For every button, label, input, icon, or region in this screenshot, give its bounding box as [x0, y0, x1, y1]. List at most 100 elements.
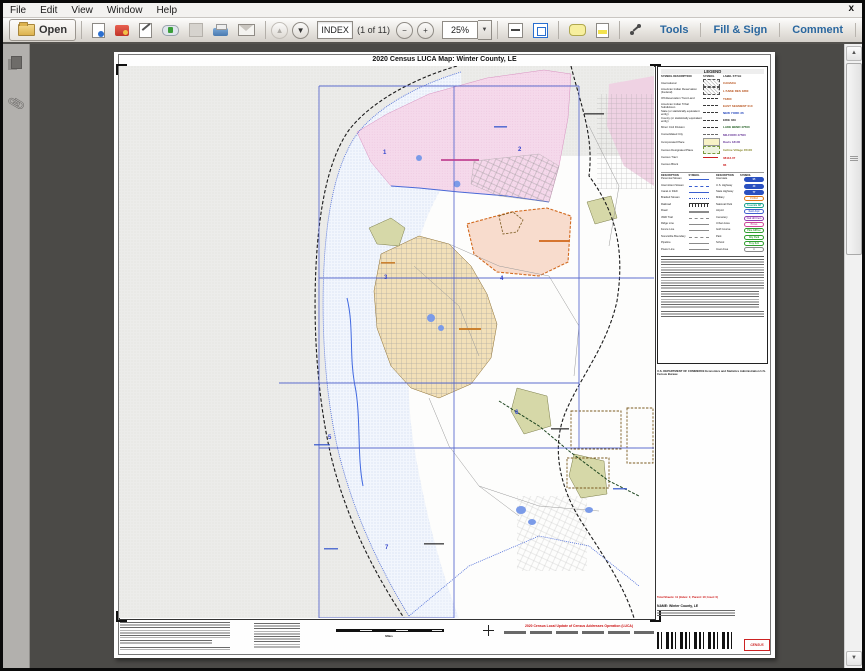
legend-row: Minor Civil Division LAKE BEND 47500 — [661, 124, 764, 131]
panel-link[interactable]: Fill & Sign — [701, 24, 779, 36]
legend-swatch — [703, 87, 720, 95]
menu-item[interactable]: Window — [100, 5, 150, 16]
menu-item[interactable]: Edit — [33, 5, 64, 16]
legend-swatch — [703, 98, 718, 99]
legend-pill-swatch: Provo — [744, 222, 764, 227]
page-up-button: ▲ — [271, 22, 288, 39]
app-window: FileEditViewWindowHelp x Open ▲ ▼ INDEX … — [0, 0, 865, 671]
zoom-out-button[interactable]: − — [396, 22, 413, 39]
legend-row: International CANADA — [661, 79, 764, 87]
share-icon — [630, 24, 642, 36]
highlight-button[interactable] — [592, 19, 613, 41]
legend-pill-swatch: Kent Arpt — [744, 209, 764, 214]
legend-features: DESCRIPTIONSYMBOL Perennial Stream Inter… — [661, 172, 764, 254]
legend-line-swatch — [689, 211, 709, 213]
zoom-in-button[interactable]: + — [417, 22, 434, 39]
vertical-scrollbar[interactable]: ▲ ▼ — [844, 44, 862, 668]
legend-swatch — [703, 112, 718, 113]
scroll-down-icon[interactable]: ▼ — [846, 651, 862, 666]
comment-button[interactable] — [565, 19, 590, 41]
email-icon — [238, 24, 255, 36]
chevron-down-icon: ▼ — [482, 27, 488, 33]
footer-abbreviation-list — [254, 623, 312, 648]
legend-pill-swatch: Pine GlfCse — [744, 228, 764, 233]
legend-pill-swatch: Oak Hill Cem — [744, 216, 764, 221]
save-button[interactable] — [88, 19, 109, 41]
share-button[interactable] — [626, 19, 646, 41]
legend-pill-swatch: 40 — [744, 184, 764, 189]
save-icon — [92, 23, 105, 38]
close-icon[interactable]: x — [848, 3, 854, 14]
open-button[interactable]: Open — [9, 19, 76, 41]
legend-pill-swatch: City Park — [744, 235, 764, 240]
scrollbar-thumb[interactable] — [846, 63, 862, 255]
fit-width-button[interactable] — [504, 19, 527, 41]
legend-row: American Indian Reservation (Federal) L'… — [661, 87, 764, 95]
footer-operation-title: 2020 Census Local Update of Census Addre… — [504, 624, 654, 634]
upload-cloud-icon — [162, 25, 179, 36]
legend-swatch — [703, 146, 720, 154]
panel-link[interactable]: Tools — [648, 24, 701, 36]
legend-line-swatch — [689, 198, 709, 199]
toolbar: Open ▲ ▼ INDEX (1 of 11) − + 25% ▼ — [3, 18, 862, 44]
legend-title: LEGEND — [661, 69, 764, 74]
legend-feature-row: Inset Area A — [716, 247, 764, 253]
legend-line-swatch — [689, 186, 709, 187]
upload-button[interactable] — [158, 19, 183, 41]
email-button[interactable] — [234, 19, 259, 41]
legend-line-swatch — [689, 249, 709, 250]
legend-panel: LEGEND SYMBOL DESCRIPTIONSYMBOLLABEL STY… — [657, 66, 768, 364]
fit-page-icon — [533, 23, 548, 38]
sheet-count-line: Total Sheets: 11 (Index: 1; Parent: 10; … — [657, 595, 768, 599]
highlight-icon — [596, 23, 609, 38]
legend-row: Census Designated Place Incline Village … — [661, 146, 764, 154]
legend-swatch — [703, 79, 720, 87]
page-count-label: (1 of 11) — [357, 25, 390, 35]
sign-button[interactable] — [135, 19, 156, 41]
legend-line-swatch — [689, 179, 709, 180]
page-down-button[interactable]: ▼ — [292, 22, 309, 39]
legend-pill-swatch: Troy Sch — [744, 241, 764, 246]
legend-pill-swatch: A — [744, 247, 764, 252]
census-bureau-logo: CENSUS — [744, 639, 770, 651]
menu-item[interactable]: Help — [149, 5, 184, 16]
legend-row: Consolidated City MILFORD 47500 — [661, 131, 764, 138]
legend-column-headers: SYMBOL DESCRIPTIONSYMBOLLABEL STYLE — [661, 75, 764, 78]
export-button[interactable] — [111, 19, 133, 41]
menu-item[interactable]: File — [3, 5, 33, 16]
legend-row: Incorporated Place Davis 18100 — [661, 138, 764, 146]
zoom-level-input[interactable]: 25% — [442, 21, 478, 39]
footer-source-text — [120, 622, 232, 649]
page-up-icon: ▲ — [276, 26, 284, 35]
legend-line-swatch — [689, 224, 709, 225]
export-icon — [115, 25, 129, 36]
attachments-paperclip-icon[interactable]: 📎︎ — [6, 94, 24, 112]
legend-pill-swatch: 95 — [744, 177, 764, 182]
legend-row: County (or statistically equivalent enti… — [661, 117, 764, 124]
open-folder-icon — [18, 24, 35, 36]
fit-width-icon — [508, 23, 523, 38]
page-thumbnails-icon[interactable] — [8, 56, 23, 71]
legend-line-swatch — [689, 203, 709, 207]
map-title: 2020 Census LUCA Map: Winter County, LE — [114, 56, 775, 63]
zoom-dropdown-button[interactable]: ▼ — [478, 20, 492, 40]
legend-row: Census Tract 08112.07 — [661, 154, 764, 161]
panel-link[interactable]: Comment — [780, 24, 855, 36]
toolbar-separator — [497, 21, 498, 39]
menu-item[interactable]: View — [64, 5, 100, 16]
navigation-pane: 📎︎ — [3, 44, 30, 668]
scale-bar — [336, 629, 444, 632]
scale-units-label: Miles — [336, 634, 442, 638]
fit-page-button[interactable] — [529, 19, 552, 41]
toolbar-separator — [558, 21, 559, 39]
scroll-up-icon[interactable]: ▲ — [846, 46, 862, 61]
pdf-page[interactable]: 2020 Census LUCA Map: Winter County, LE — [114, 52, 775, 658]
toolbar-separator — [81, 21, 82, 39]
menu-bar: FileEditViewWindowHelp x — [3, 3, 862, 18]
legend-line-swatch — [689, 230, 709, 231]
toolbar-separator — [619, 21, 620, 39]
page-number-input[interactable]: INDEX — [317, 21, 353, 39]
legend-boundary-rows: International CANADA American Indian Res… — [661, 79, 764, 169]
legend-line-swatch — [689, 192, 709, 193]
print-button[interactable] — [209, 19, 232, 41]
